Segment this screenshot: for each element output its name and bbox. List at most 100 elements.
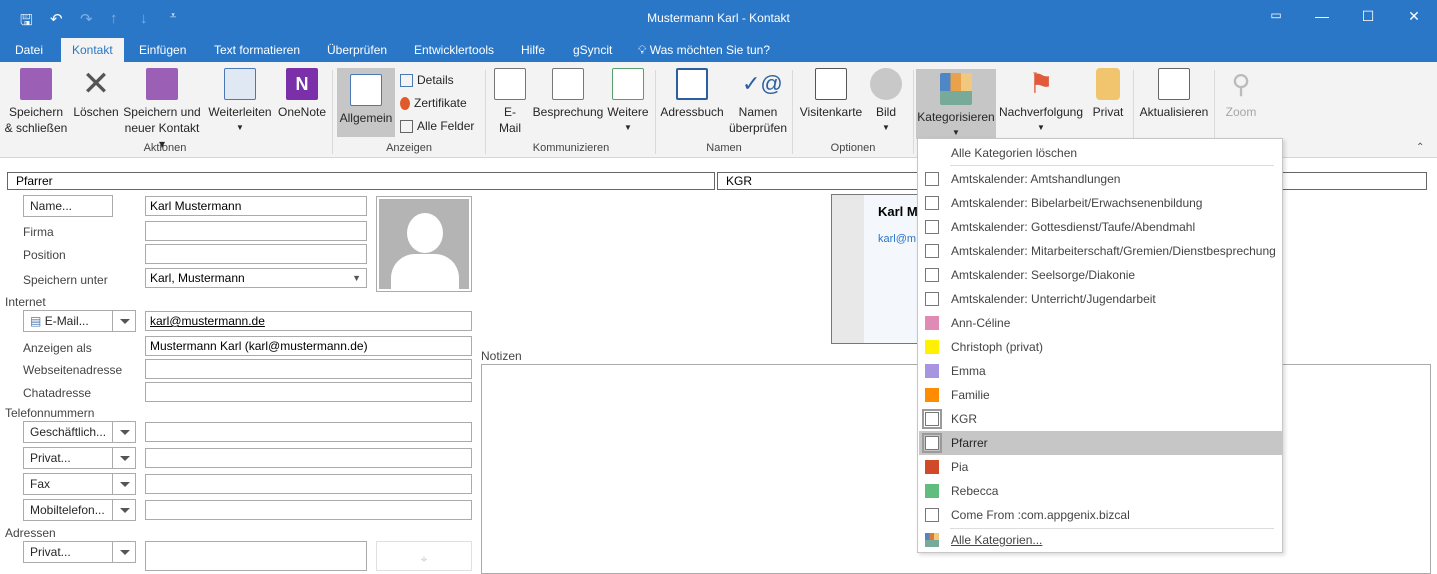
all-fields-button[interactable]: Alle Felder bbox=[400, 119, 474, 133]
save-close-button[interactable]: Speichern & schließen bbox=[3, 68, 69, 136]
tab-einfuegen[interactable]: Einfügen bbox=[131, 38, 194, 62]
category-item[interactable]: Amtskalender: Seelsorge/Diakonie bbox=[919, 263, 1282, 287]
phone-type-dropdown[interactable] bbox=[112, 447, 136, 469]
category-item[interactable]: KGR bbox=[919, 407, 1282, 431]
save-as-label: Speichern unter bbox=[23, 273, 108, 287]
category-item[interactable]: Christoph (privat) bbox=[919, 335, 1282, 359]
delete-button[interactable]: ✕ Löschen bbox=[71, 67, 121, 120]
more-button[interactable]: Weitere ▼ bbox=[605, 68, 651, 136]
chat-field[interactable] bbox=[145, 382, 472, 402]
label: Alle Felder bbox=[417, 119, 475, 133]
phone-type-button[interactable]: Privat... bbox=[23, 447, 113, 469]
collapse-ribbon-icon[interactable]: ⌃ bbox=[1416, 142, 1424, 153]
category-color-swatch bbox=[925, 196, 939, 210]
display-as-label: Anzeigen als bbox=[23, 341, 92, 355]
meeting-button[interactable]: Besprechung bbox=[531, 68, 605, 120]
all-categories-item[interactable]: Alle Kategorien... bbox=[919, 528, 1282, 552]
maximize-button[interactable]: ☐ bbox=[1353, 8, 1383, 25]
category-bar-pfarrer[interactable]: Pfarrer bbox=[7, 172, 715, 190]
close-button[interactable]: ✕ bbox=[1399, 8, 1429, 25]
forward-button[interactable]: Weiterleiten ▼ bbox=[206, 68, 274, 136]
category-item[interactable]: Pfarrer bbox=[919, 431, 1282, 455]
tab-text-formatieren[interactable]: Text formatieren bbox=[206, 38, 308, 62]
certificates-button[interactable]: Zertifikate bbox=[400, 96, 467, 110]
ribbon-display-options-icon[interactable]: ▭ bbox=[1261, 8, 1291, 22]
label: Namen bbox=[738, 105, 778, 119]
tell-me-search[interactable]: 💡︎ Was möchten Sie tun? bbox=[630, 38, 778, 62]
onenote-button[interactable]: N OneNote bbox=[276, 68, 328, 120]
group-label-optionen: Optionen bbox=[830, 142, 876, 154]
tab-kontakt[interactable]: Kontakt bbox=[61, 38, 124, 62]
phone-type-dropdown[interactable] bbox=[112, 473, 136, 495]
category-label: Pfarrer bbox=[951, 436, 988, 450]
display-as-field[interactable]: Mustermann Karl (karl@mustermann.de) bbox=[145, 336, 472, 356]
phone-type-button[interactable]: Mobiltelefon... bbox=[23, 499, 113, 521]
email-field[interactable]: karl@mustermann.de bbox=[145, 311, 472, 331]
category-item[interactable]: Amtskalender: Gottesdienst/Taufe/Abendma… bbox=[919, 215, 1282, 239]
minimize-button[interactable]: — bbox=[1307, 8, 1337, 24]
address-field[interactable] bbox=[145, 541, 367, 571]
category-item[interactable]: Ann-Céline bbox=[919, 311, 1282, 335]
tab-hilfe[interactable]: Hilfe bbox=[513, 38, 553, 62]
business-card-preview[interactable]: Karl M karl@m bbox=[831, 194, 931, 344]
chat-label: Chatadresse bbox=[23, 386, 92, 400]
divider bbox=[950, 165, 1274, 166]
category-label: Come From :com.appgenix.bizcal bbox=[951, 508, 1130, 522]
address-type-dropdown[interactable] bbox=[112, 541, 136, 563]
category-item[interactable]: Rebecca bbox=[919, 479, 1282, 503]
save-as-select[interactable]: Karl, Mustermann ▼ bbox=[145, 268, 367, 288]
tab-entwicklertools[interactable]: Entwicklertools bbox=[406, 38, 502, 62]
allgemein-button[interactable]: Allgemein bbox=[337, 68, 395, 137]
clear-all-categories[interactable]: Alle Kategorien löschen bbox=[919, 141, 1282, 165]
update-contact-icon bbox=[1158, 68, 1190, 100]
contact-picture[interactable] bbox=[376, 196, 472, 292]
category-item[interactable]: Amtskalender: Mitarbeiterschaft/Gremien/… bbox=[919, 239, 1282, 263]
website-field[interactable] bbox=[145, 359, 472, 379]
phone-type-button[interactable]: Fax geschäftl.... bbox=[23, 473, 113, 511]
position-field[interactable] bbox=[145, 244, 367, 264]
followup-button[interactable]: ⚑ Nachverfolgung ▼ bbox=[997, 68, 1085, 136]
business-card-button[interactable]: Visitenkarte bbox=[798, 68, 864, 120]
category-item[interactable]: Emma bbox=[919, 359, 1282, 383]
details-button[interactable]: Details bbox=[400, 73, 454, 87]
phone-field[interactable] bbox=[145, 422, 472, 442]
check-names-button[interactable]: ✓@ Namen überprüfen bbox=[726, 68, 790, 136]
category-item[interactable]: Amtskalender: Bibelarbeit/Erwachsenenbil… bbox=[919, 191, 1282, 215]
email-type-button[interactable]: ▤ E-Mail... bbox=[23, 310, 113, 332]
category-color-swatch bbox=[925, 292, 939, 306]
magnifier-icon: ⚲ bbox=[1231, 69, 1251, 99]
address-type-button[interactable]: Privat... bbox=[23, 541, 113, 563]
addressbook-button[interactable]: Adressbuch bbox=[659, 68, 725, 120]
map-pin-icon[interactable]: ⌖ bbox=[376, 541, 472, 571]
save-new-button[interactable]: Speichern und neuer Kontakt ▾ bbox=[121, 68, 203, 152]
phone-type-dropdown[interactable] bbox=[112, 499, 136, 521]
email-type-dropdown[interactable] bbox=[112, 310, 136, 332]
phone-field[interactable] bbox=[145, 474, 472, 494]
phone-field[interactable] bbox=[145, 448, 472, 468]
category-color-swatch bbox=[925, 484, 939, 498]
phone-type-dropdown[interactable] bbox=[112, 421, 136, 443]
private-button[interactable]: Privat bbox=[1088, 68, 1128, 120]
category-color-swatch bbox=[925, 316, 939, 330]
title-bar: 🖫 ↶ ↷ ↑ ↓ ⩡ Mustermann Karl - Kontakt ▭ … bbox=[0, 0, 1437, 38]
category-item[interactable]: Familie bbox=[919, 383, 1282, 407]
categorize-button[interactable]: Kategorisieren ▼ bbox=[916, 69, 996, 139]
tab-ueberpruefen[interactable]: Überprüfen bbox=[319, 38, 395, 62]
label: Zertifikate bbox=[414, 96, 467, 110]
tab-gsyncit[interactable]: gSyncit bbox=[565, 38, 620, 62]
check-names-icon: ✓@ bbox=[742, 71, 783, 96]
name-field[interactable]: Karl Mustermann bbox=[145, 196, 367, 216]
category-item[interactable]: Pia bbox=[919, 455, 1282, 479]
update-button[interactable]: Aktualisieren bbox=[1138, 68, 1210, 120]
phone-type-button[interactable]: Geschäftlich... bbox=[23, 421, 113, 443]
name-button[interactable]: Name... bbox=[23, 195, 113, 217]
category-item[interactable]: Come From :com.appgenix.bizcal bbox=[919, 503, 1282, 527]
company-field[interactable] bbox=[145, 221, 367, 241]
email-button[interactable]: E- Mail bbox=[492, 68, 528, 136]
phone-field[interactable] bbox=[145, 500, 472, 520]
picture-button[interactable]: Bild ▼ bbox=[866, 68, 906, 136]
category-item[interactable]: Amtskalender: Unterricht/Jugendarbeit bbox=[919, 287, 1282, 311]
category-item[interactable]: Amtskalender: Amtshandlungen bbox=[919, 167, 1282, 191]
tab-datei[interactable]: Datei bbox=[7, 38, 51, 62]
categories-grid-icon bbox=[925, 533, 939, 547]
